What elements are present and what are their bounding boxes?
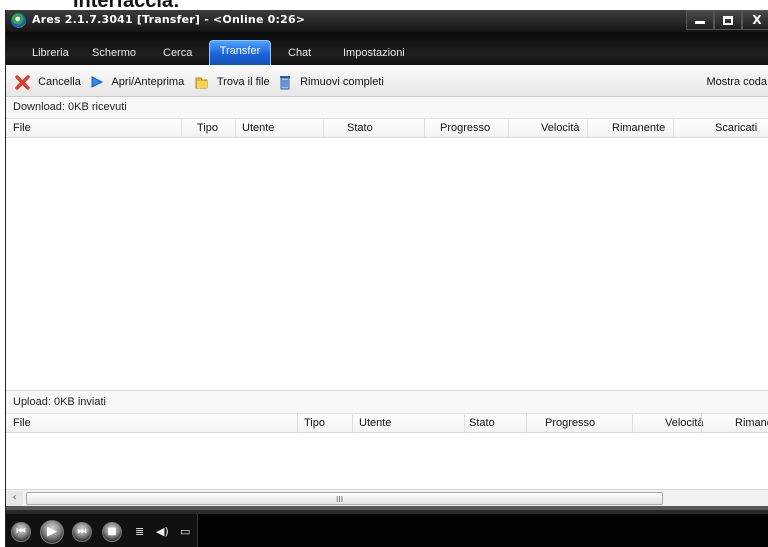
column-separator[interactable]	[526, 414, 527, 433]
volume-icon[interactable]: ◀)	[156, 526, 169, 537]
column-separator[interactable]	[673, 119, 674, 138]
column-separator[interactable]	[587, 119, 588, 138]
upload-table-header: File Tipo Utente Stato Progresso Velocit…	[6, 414, 768, 433]
column-separator[interactable]	[352, 414, 353, 433]
cancel-label: Cancella	[38, 76, 81, 88]
window-title: Ares 2.1.7.3041 [Transfer] - <Online 0:2…	[32, 13, 306, 26]
column-separator[interactable]	[464, 414, 465, 433]
media-player-bar: ⏮ ▶ ⏭ ■ ≣ ◀) ▭	[6, 506, 768, 547]
next-icon: ⏭	[77, 526, 87, 537]
remove-completed-label: Rimuovi completi	[300, 76, 384, 88]
folder-icon	[195, 77, 208, 89]
play-button[interactable]: ▶	[40, 520, 64, 544]
stop-icon: ■	[107, 526, 117, 537]
column-utente[interactable]: Utente	[242, 119, 274, 138]
column-rimanente[interactable]: Rimanente	[612, 119, 665, 138]
column-velocita[interactable]: Velocità	[665, 414, 704, 433]
scroll-left-icon[interactable]: ‹	[6, 491, 23, 506]
column-scaricati[interactable]: Scaricati	[715, 119, 757, 138]
scrollbar-thumb[interactable]: III	[26, 492, 663, 505]
horizontal-scrollbar[interactable]: ‹ III	[6, 489, 768, 506]
column-separator[interactable]	[181, 119, 182, 138]
ares-window: Ares 2.1.7.3041 [Transfer] - <Online 0:2…	[5, 10, 768, 547]
column-utente[interactable]: Utente	[359, 414, 391, 433]
close-icon: X	[752, 13, 762, 27]
show-queue-button[interactable]: Mostra coda	[706, 76, 767, 88]
column-velocita[interactable]: Velocità	[541, 119, 580, 138]
ares-logo-icon	[11, 13, 26, 28]
column-file[interactable]: File	[13, 414, 31, 433]
column-separator[interactable]	[701, 414, 702, 433]
column-progresso[interactable]: Progresso	[440, 119, 490, 138]
maximize-button[interactable]	[714, 10, 742, 30]
previous-icon: ⏮	[16, 526, 26, 537]
minimize-icon	[695, 21, 705, 24]
trash-bin-icon	[280, 75, 290, 90]
column-separator[interactable]	[632, 414, 633, 433]
cancel-button[interactable]: Cancella	[15, 74, 81, 92]
play-icon: ▶	[47, 524, 57, 539]
main-tab-bar: Libreria Schermo Cerca Transfer Chat Imp…	[6, 32, 768, 65]
maximize-icon	[723, 16, 733, 25]
download-list[interactable]	[6, 138, 768, 390]
previous-button[interactable]: ⏮	[11, 522, 31, 542]
video-window-icon[interactable]: ▭	[180, 526, 190, 537]
next-button[interactable]: ⏭	[72, 522, 92, 542]
minimize-button[interactable]	[686, 10, 714, 30]
play-arrow-icon	[91, 76, 104, 88]
column-rimane[interactable]: Rimane	[735, 414, 768, 433]
column-stato[interactable]: Stato	[347, 119, 373, 138]
transfer-toolbar: Cancella Apri/Anteprima Trova il file Ri…	[6, 65, 768, 97]
remove-completed-button[interactable]: Rimuovi completi	[278, 74, 384, 92]
close-button[interactable]: X	[742, 10, 768, 30]
cancel-icon	[15, 74, 30, 90]
column-progresso[interactable]: Progresso	[545, 414, 595, 433]
tab-chat[interactable]: Chat	[288, 46, 311, 64]
stop-button[interactable]: ■	[102, 522, 122, 542]
find-file-button[interactable]: Trova il file	[194, 74, 270, 92]
title-bar: Ares 2.1.7.3041 [Transfer] - <Online 0:2…	[6, 10, 768, 32]
column-file[interactable]: File	[13, 119, 31, 138]
player-display	[197, 514, 768, 547]
column-separator[interactable]	[235, 119, 236, 138]
column-separator[interactable]	[508, 119, 509, 138]
scrollbar-grip: III	[336, 495, 344, 504]
open-preview-button[interactable]: Apri/Anteprima	[90, 74, 184, 92]
open-preview-label: Apri/Anteprima	[111, 76, 185, 88]
column-separator[interactable]	[297, 414, 298, 433]
playlist-icon[interactable]: ≣	[135, 526, 144, 537]
tab-transfer[interactable]: Transfer	[209, 40, 271, 65]
find-file-label: Trova il file	[216, 76, 270, 88]
download-table-header: File Tipo Utente Stato Progresso Velocit…	[6, 119, 768, 138]
column-separator[interactable]	[424, 119, 425, 138]
download-summary: Download: 0KB ricevuti	[6, 97, 768, 119]
upload-list[interactable]	[6, 433, 768, 489]
column-tipo[interactable]: Tipo	[304, 414, 325, 433]
tab-schermo[interactable]: Schermo	[92, 46, 136, 64]
tab-impostazioni[interactable]: Impostazioni	[343, 46, 405, 64]
column-separator[interactable]	[323, 119, 324, 138]
column-tipo[interactable]: Tipo	[197, 119, 218, 138]
tab-libreria[interactable]: Libreria	[32, 46, 69, 64]
upload-summary: Upload: 0KB inviati	[6, 390, 768, 414]
tab-cerca[interactable]: Cerca	[163, 46, 192, 64]
column-stato[interactable]: Stato	[469, 414, 495, 433]
